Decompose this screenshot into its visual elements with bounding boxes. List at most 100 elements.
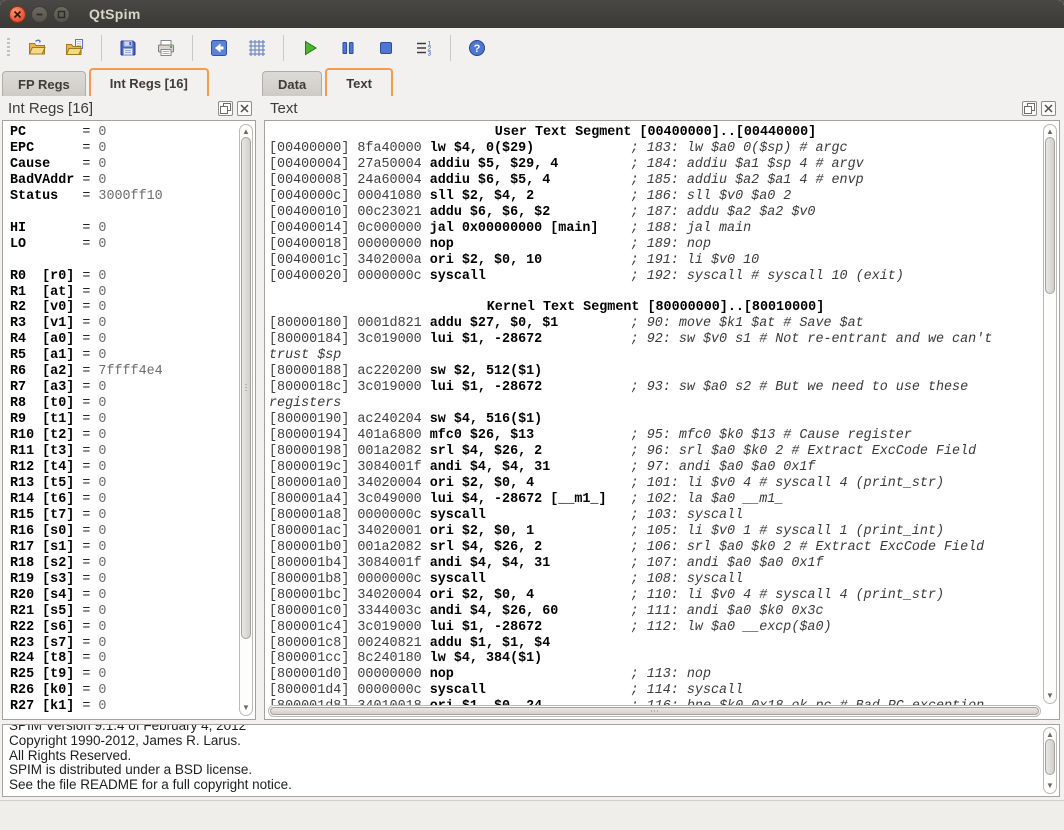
register-row: R5 [a1] = 0 [10, 348, 238, 364]
message-line: All Rights Reserved. [9, 749, 1059, 764]
run-play-icon[interactable] [297, 35, 323, 61]
text-close-button[interactable] [1041, 101, 1056, 116]
grid-icon[interactable] [244, 35, 270, 61]
register-row: R7 [a3] = 0 [10, 380, 238, 396]
code-line: [800001b8] 0000000c syscall ; 108: sysca… [269, 572, 1042, 588]
scrollbar-grip [651, 710, 659, 712]
text-vertical-scrollbar[interactable]: ▲ ▼ [1043, 124, 1057, 704]
register-row: R18 [s2] = 0 [10, 556, 238, 572]
registers-scrollbar-thumb[interactable] [241, 137, 251, 639]
scroll-up-arrow-icon[interactable]: ▲ [1044, 731, 1056, 739]
code-line: [00400018] 00000000 nop ; 189: nop [269, 237, 1042, 253]
folder-document-icon[interactable] [62, 35, 88, 61]
maximize-window-button[interactable] [53, 6, 70, 23]
register-row: R14 [t6] = 0 [10, 492, 238, 508]
scroll-up-arrow-icon[interactable]: ▲ [240, 128, 252, 136]
register-row: Status = 3000ff10 [10, 189, 238, 205]
code-line: [800001c0] 3344003c andi $4, $26, 60 ; 1… [269, 604, 1042, 620]
code-line: [80000198] 001a2082 srl $4, $26, 2 ; 96:… [269, 444, 1042, 460]
register-row: R3 [v1] = 0 [10, 316, 238, 332]
text-scrollbar-thumb[interactable] [1045, 137, 1055, 294]
message-line: See the file README for a full copyright… [9, 778, 1059, 793]
code-line: [00400008] 24a60004 addiu $6, $5, 4 ; 18… [269, 173, 1042, 189]
text-dock-header[interactable]: Text [262, 96, 1060, 120]
register-row: R17 [s1] = 0 [10, 540, 238, 556]
comment-continuation: trust $sp [269, 348, 1042, 364]
tab-row: FP RegsInt Regs [16] DataText [0, 68, 1064, 96]
numbered-list-icon[interactable]: 123 [411, 35, 437, 61]
code-line: [800001bc] 34020004 ori $2, $0, 4 ; 110:… [269, 588, 1042, 604]
register-row: R1 [at] = 0 [10, 285, 238, 301]
register-row: R21 [s5] = 0 [10, 604, 238, 620]
int-regs-panel: PC = 0EPC = 0Cause = 0BadVAddr = 0Status… [2, 120, 256, 720]
tab-fp-regs[interactable]: FP Regs [2, 71, 86, 96]
message-lines: SPIM Version 9.1.4 of February 4, 2012Co… [3, 724, 1059, 793]
tab-text[interactable]: Text [325, 68, 393, 96]
qtspim-window: QtSpim 123? FP RegsInt Regs [16] DataTex… [0, 0, 1064, 830]
text-horizontal-scrollbar[interactable] [268, 705, 1041, 717]
toolbar-drag-handle[interactable] [7, 38, 10, 58]
register-row: R9 [t1] = 0 [10, 412, 238, 428]
messages-vertical-scrollbar[interactable]: ▲ ▼ [1043, 727, 1057, 794]
svg-text:3: 3 [428, 51, 432, 58]
register-row: R13 [t5] = 0 [10, 476, 238, 492]
save-icon[interactable] [115, 35, 141, 61]
scroll-up-arrow-icon[interactable]: ▲ [1044, 128, 1056, 136]
comment-continuation: registers [269, 396, 1042, 412]
message-line: SPIM is distributed under a BSD license. [9, 763, 1059, 778]
close-window-button[interactable] [9, 6, 26, 23]
register-row: R11 [t3] = 0 [10, 444, 238, 460]
open-folder-icon[interactable] [24, 35, 50, 61]
code-line: [0040001c] 3402000a ori $2, $0, 10 ; 191… [269, 253, 1042, 269]
register-row: R24 [t8] = 0 [10, 651, 238, 667]
register-row: R8 [t0] = 0 [10, 396, 238, 412]
minimize-icon [35, 10, 44, 19]
register-row: R12 [t4] = 0 [10, 460, 238, 476]
messages-scrollbar-thumb[interactable] [1045, 739, 1055, 775]
scroll-down-arrow-icon[interactable]: ▼ [240, 704, 252, 712]
int-regs-dock-buttons [218, 101, 252, 116]
code-line: [00400014] 0c000000 jal 0x00000000 [main… [269, 221, 1042, 237]
code-area[interactable]: User Text Segment [00400000]..[00440000]… [265, 121, 1042, 705]
tab-int-regs-16[interactable]: Int Regs [16] [89, 68, 209, 96]
code-line: [80000194] 401a6800 mfc0 $26, $13 ; 95: … [269, 428, 1042, 444]
register-row: LO = 0 [10, 237, 238, 253]
code-line: [00400020] 0000000c syscall ; 192: sysca… [269, 269, 1042, 285]
left-tabbar: FP RegsInt Regs [16] [2, 68, 212, 96]
close-icon [13, 10, 22, 19]
left-arrow-icon[interactable] [206, 35, 232, 61]
help-icon[interactable]: ? [464, 35, 490, 61]
scroll-down-arrow-icon[interactable]: ▼ [1044, 782, 1056, 790]
pause-icon[interactable] [335, 35, 361, 61]
toolbar: 123? [0, 28, 1064, 68]
segment-header: Kernel Text Segment [80000000]..[8001000… [269, 300, 1042, 316]
code-line: [80000180] 0001d821 addu $27, $0, $1 ; 9… [269, 316, 1042, 332]
minimize-window-button[interactable] [31, 6, 48, 23]
int-regs-float-button[interactable] [218, 101, 233, 116]
register-row: R25 [t9] = 0 [10, 667, 238, 683]
register-row: PC = 0 [10, 125, 238, 141]
register-row: R0 [r0] = 0 [10, 269, 238, 285]
toolbar-separator [283, 35, 284, 61]
text-horizontal-thumb[interactable] [270, 707, 1039, 715]
scroll-down-arrow-icon[interactable]: ▼ [1044, 692, 1056, 700]
toolbar-separator [450, 35, 451, 61]
register-spacer [10, 253, 238, 269]
register-row: BadVAddr = 0 [10, 173, 238, 189]
registers-vertical-scrollbar[interactable]: ▲ ▼ [239, 124, 253, 716]
register-list: PC = 0EPC = 0Cause = 0BadVAddr = 0Status… [3, 121, 238, 719]
status-bar [0, 800, 1064, 830]
print-icon[interactable] [153, 35, 179, 61]
message-area[interactable]: SPIM Version 9.1.4 of February 4, 2012Co… [2, 724, 1060, 797]
text-float-button[interactable] [1022, 101, 1037, 116]
text-dock-buttons [1022, 101, 1056, 116]
tab-data[interactable]: Data [262, 71, 322, 96]
stop-icon[interactable] [373, 35, 399, 61]
float-icon [1024, 103, 1035, 114]
titlebar[interactable]: QtSpim [0, 0, 1064, 28]
int-regs-close-button[interactable] [237, 101, 252, 116]
register-row: R27 [k1] = 0 [10, 699, 238, 715]
code-line: [0040000c] 00041080 sll $2, $4, 2 ; 186:… [269, 189, 1042, 205]
int-regs-dock-header[interactable]: Int Regs [16] [2, 96, 256, 120]
toolbar-items: 123? [18, 35, 496, 61]
